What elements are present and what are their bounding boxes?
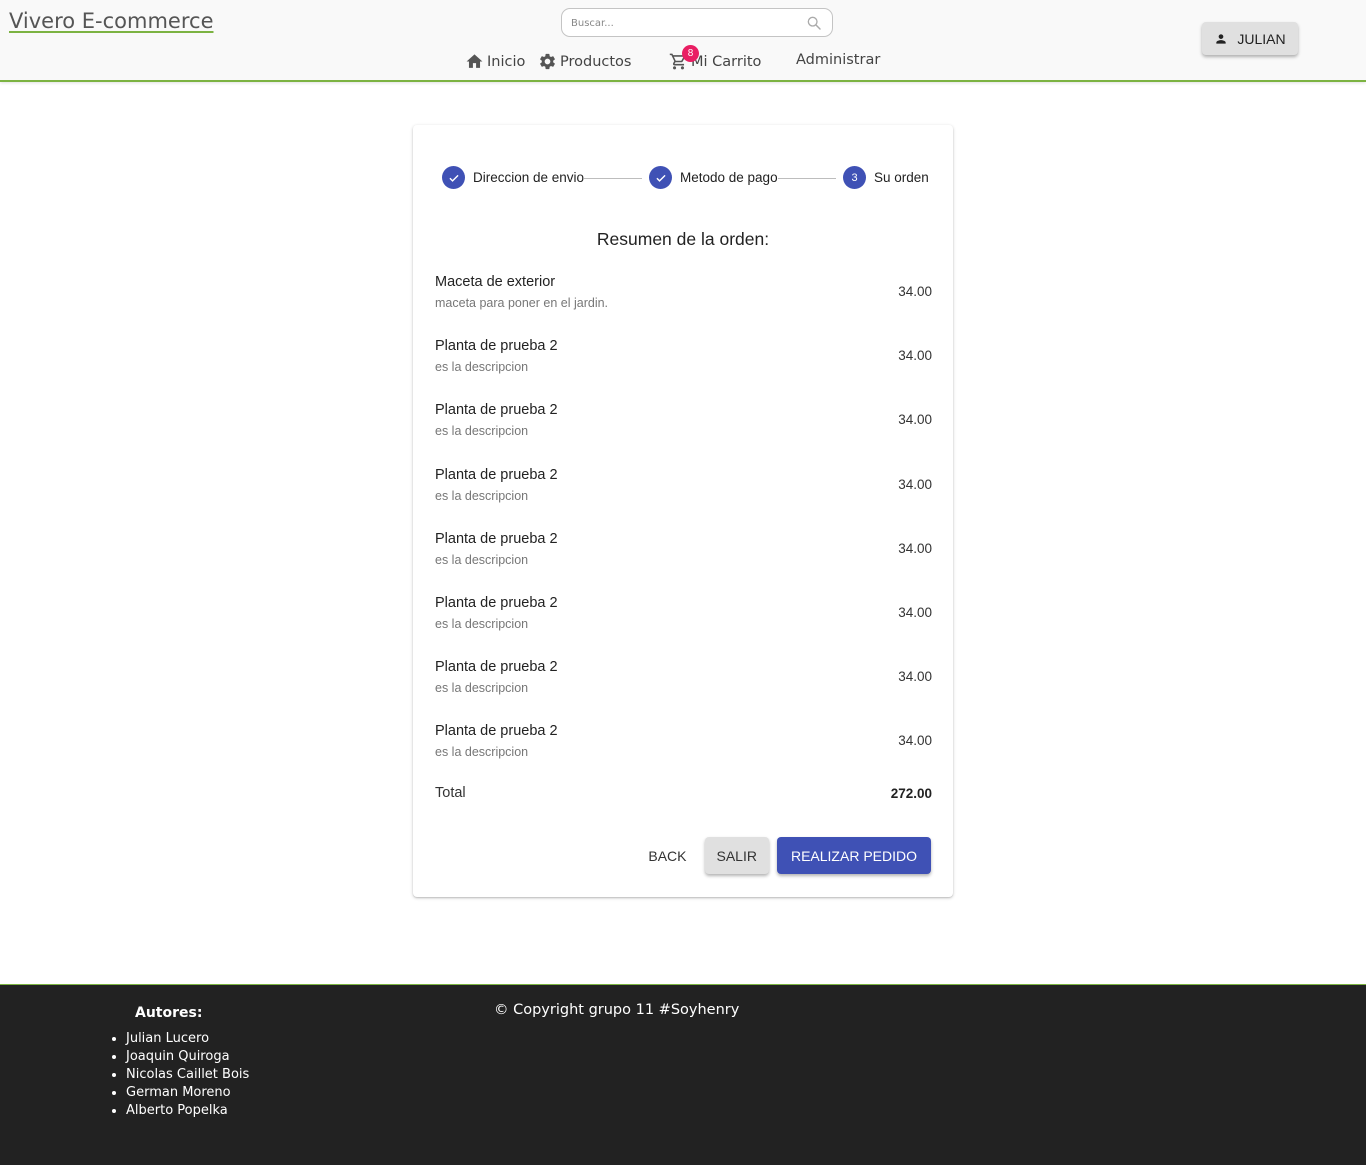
order-item-name: Planta de prueba 2 <box>435 530 558 547</box>
app-footer: Autores: Julian LuceroJoaquin QuirogaNic… <box>0 984 1366 1165</box>
order-item-name: Maceta de exterior <box>435 274 556 290</box>
author-item: German Moreno <box>126 1084 249 1102</box>
step-completed-circle <box>649 166 672 189</box>
user-account-button[interactable]: JULIAN <box>1202 22 1298 55</box>
step-label: Metodo de pago <box>680 170 778 185</box>
order-summary-title: Resumen de la orden: <box>596 229 770 249</box>
nav-administrar[interactable]: Administrar <box>796 52 880 68</box>
authors-list: Julian LuceroJoaquin QuirogaNicolas Cail… <box>126 1030 249 1120</box>
gear-icon <box>540 53 555 70</box>
order-item-price: 34.00 <box>898 604 932 620</box>
nav-productos[interactable]: Productos <box>538 52 631 71</box>
authors-title: Autores: <box>135 1005 203 1021</box>
order-item: Planta de prueba 2 es la descripcion 34.00 <box>435 530 932 594</box>
step-metodo-pago: Metodo de pago <box>649 166 778 189</box>
author-item: Joaquin Quiroga <box>126 1048 249 1066</box>
author-item: Julian Lucero <box>126 1030 249 1048</box>
order-item-name: Planta de prueba 2 <box>435 466 558 483</box>
person-icon <box>1216 33 1227 44</box>
order-item-name: Planta de prueba 2 <box>435 723 558 740</box>
step-completed-circle <box>442 166 465 189</box>
checkout-card: Direccion de envio Metodo de pago 3 Su o… <box>413 125 953 897</box>
order-item-description: es la descripcion <box>435 745 529 760</box>
cart-count-badge: 8 <box>682 45 699 62</box>
search-icon[interactable] <box>806 15 822 31</box>
order-item-price: 34.00 <box>898 540 932 556</box>
author-item: Nicolas Caillet Bois <box>126 1066 249 1084</box>
user-name-label: JULIAN <box>1237 30 1286 47</box>
nav-productos-label: Productos <box>560 53 632 70</box>
step-active-circle: 3 <box>843 166 866 189</box>
order-item-description: es la descripcion <box>435 681 529 696</box>
check-icon <box>448 174 459 182</box>
order-item-price: 34.00 <box>898 284 932 299</box>
order-item-description: es la descripcion <box>435 552 529 567</box>
nav-carrito-label: Mi Carrito <box>691 53 762 70</box>
step-label: Direccion de envio <box>473 170 585 185</box>
order-item-name: Planta de prueba 2 <box>435 402 558 419</box>
back-button[interactable]: BACK <box>638 837 696 874</box>
order-item-description: es la descripcion <box>435 616 529 631</box>
order-item: Maceta de exterior maceta para poner en e… <box>435 273 932 337</box>
order-item-name: Planta de prueba 2 <box>435 594 558 611</box>
step-connector <box>778 178 836 179</box>
search-input[interactable] <box>571 15 791 31</box>
order-item: Planta de prueba 2 es la descripcion 34.00 <box>435 466 932 530</box>
order-item-description: es la descripcion <box>435 488 529 503</box>
order-item: Planta de prueba 2 es la descripcion 34.00 <box>435 337 932 401</box>
app-header: Vivero E-commerce Inicio Productos Mi Ca… <box>0 0 1366 82</box>
step-su-orden: 3 Su orden <box>843 166 929 189</box>
order-item-name: Planta de prueba 2 <box>435 659 558 676</box>
search-box[interactable] <box>561 8 833 37</box>
author-item: Alberto Popelka <box>126 1102 249 1120</box>
step-connector <box>584 178 642 179</box>
order-item-name: Planta de prueba 2 <box>435 338 558 355</box>
copyright-text: © Copyright grupo 11 #Soyhenry <box>494 1002 740 1018</box>
order-item-description: es la descripcion <box>435 360 529 375</box>
nav-inicio[interactable]: Inicio <box>465 52 525 71</box>
brand-logo-link[interactable]: Vivero E-commerce <box>9 9 214 33</box>
order-item-list: Maceta de exterior maceta para poner en e… <box>435 273 932 787</box>
total-value: 272.00 <box>890 786 932 801</box>
order-item: Planta de prueba 2 es la descripcion 34.00 <box>435 722 932 786</box>
order-item-description: maceta para poner en el jardin. <box>435 296 609 310</box>
order-total-row: Total 272.00 <box>435 785 932 805</box>
checkout-stepper: Direccion de envio Metodo de pago 3 Su o… <box>441 166 931 190</box>
nav-inicio-label: Inicio <box>487 53 526 70</box>
order-item-price: 34.00 <box>898 733 932 749</box>
order-item: Planta de prueba 2 es la descripcion 34.00 <box>435 594 932 658</box>
checkout-actions: BACK SALIR REALIZAR PEDIDO <box>638 837 931 874</box>
realizar-pedido-button[interactable]: REALIZAR PEDIDO <box>776 837 931 874</box>
order-item: Planta de prueba 2 es la descripcion 34.00 <box>435 658 932 722</box>
step-direccion: Direccion de envio <box>442 166 584 189</box>
step-label: Su orden <box>874 170 929 185</box>
order-item-price: 34.00 <box>898 412 932 428</box>
order-item-price: 34.00 <box>898 476 932 492</box>
nav-administrar-label: Administrar <box>796 52 881 68</box>
order-item-price: 34.00 <box>898 669 932 685</box>
order-item-price: 34.00 <box>898 348 932 364</box>
salir-button[interactable]: SALIR <box>704 837 769 874</box>
order-item-description: es la descripcion <box>435 424 529 439</box>
check-icon <box>655 174 666 182</box>
home-icon <box>466 54 483 68</box>
order-item: Planta de prueba 2 es la descripcion 34.00 <box>435 401 932 465</box>
total-label: Total <box>435 785 466 801</box>
